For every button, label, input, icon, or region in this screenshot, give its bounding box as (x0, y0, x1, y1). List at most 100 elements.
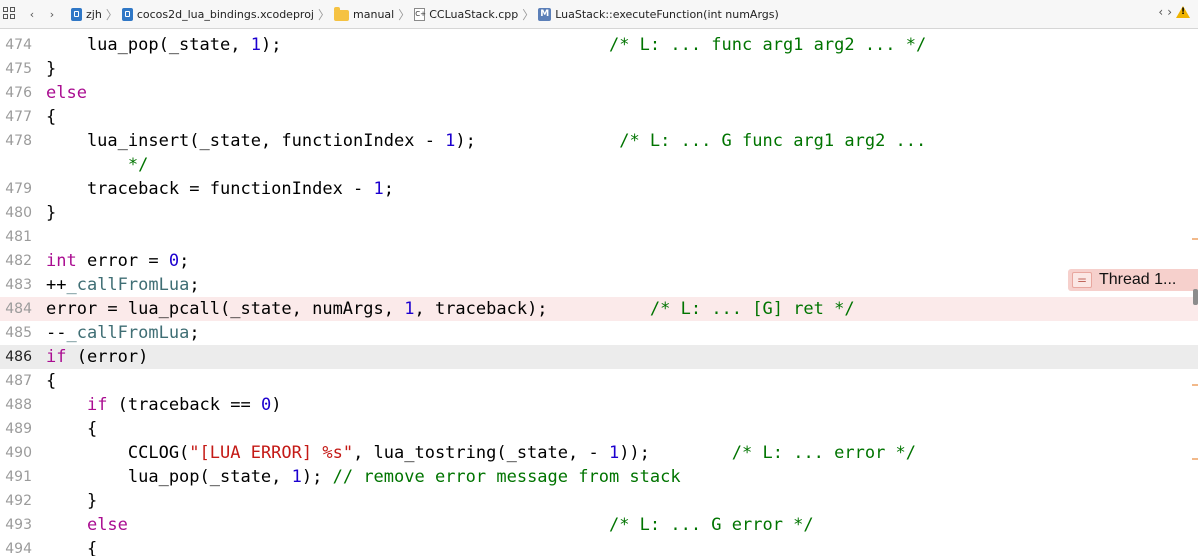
code-line[interactable]: 481 (0, 225, 1198, 249)
breadcrumb-project-label: zjh (86, 7, 102, 21)
cpp-file-icon: C+ (414, 7, 426, 21)
code-line[interactable]: 485 --_callFromLua; (0, 321, 1198, 345)
line-number: 475 (5, 61, 32, 77)
code-token: _callFromLua (66, 275, 190, 295)
code-text: } (46, 201, 56, 225)
code-token: 1 (404, 299, 415, 319)
code-text: else /* L: ... G error */ (46, 513, 814, 537)
code-line[interactable]: 479 traceback = functionIndex - 1; (0, 177, 1198, 201)
scroll-marker (1192, 458, 1198, 460)
line-number: 476 (5, 85, 32, 101)
breadcrumb-group[interactable]: manual (334, 6, 394, 21)
code-token: -- (46, 323, 67, 343)
code-token: , traceback); (414, 299, 548, 319)
code-line[interactable]: 486 if (error) (0, 345, 1198, 369)
code-token: CCLOG( (46, 443, 190, 463)
code-line[interactable]: 478 lua_insert(_state, functionIndex - 1… (0, 129, 1198, 153)
breadcrumb-method-label: LuaStack::executeFunction(int numArgs) (555, 7, 779, 21)
line-number: 481 (5, 229, 32, 245)
thread-error-badge[interactable]: = Thread 1... (1068, 269, 1198, 291)
code-token: } (46, 203, 57, 223)
line-number: 479 (5, 181, 32, 197)
breadcrumb-file[interactable]: C+ CCLuaStack.cpp (414, 7, 519, 21)
grid-icon[interactable] (3, 7, 17, 21)
method-icon: M (538, 7, 552, 21)
breadcrumb-separator: 〉 (522, 7, 535, 22)
code-token: ) (271, 395, 282, 415)
code-token: { (46, 419, 98, 439)
code-token: if (46, 347, 67, 367)
code-line[interactable]: */ (0, 153, 1198, 177)
line-number: 484 (5, 301, 32, 317)
code-text: */ (46, 153, 148, 177)
code-token: /* L: ... G func arg1 arg2 ... (619, 131, 927, 151)
xcodeproj-icon (121, 7, 133, 21)
code-line[interactable]: 494 { (0, 537, 1198, 556)
code-token: { (46, 107, 57, 127)
breadcrumb-xcodeproj-label: cocos2d_lua_bindings.xcodeproj (136, 7, 314, 21)
code-token: int (46, 251, 77, 271)
code-token: else (86, 515, 128, 535)
code-token: if (86, 395, 108, 415)
code-text: } (46, 57, 56, 81)
code-text: } (46, 489, 97, 513)
code-token: (traceback == (107, 395, 261, 415)
code-text: CCLOG("[LUA ERROR] %s", lua_tostring(_st… (46, 441, 916, 465)
breadcrumb-method[interactable]: M LuaStack::executeFunction(int numArgs) (538, 7, 779, 21)
code-text: traceback = functionIndex - 1; (46, 177, 394, 201)
project-icon (71, 7, 82, 21)
code-line[interactable]: 492 } (0, 489, 1198, 513)
code-token: 1 (250, 35, 261, 55)
code-token: { (46, 539, 98, 556)
source-editor[interactable]: 474 lua_pop(_state, 1); /* L: ... func a… (0, 29, 1198, 556)
breadcrumb-project[interactable]: zjh (71, 7, 102, 21)
breadcrumb-separator: 〉 (105, 7, 118, 22)
issue-next-icon[interactable]: › (1167, 5, 1172, 19)
code-token: "[LUA ERROR] %s" (189, 443, 354, 463)
line-number: 491 (5, 469, 32, 485)
code-text: lua_insert(_state, functionIndex - 1); /… (46, 129, 926, 153)
code-token: ); (455, 131, 476, 151)
code-line[interactable]: 487 { (0, 369, 1198, 393)
code-line[interactable]: 489 { (0, 417, 1198, 441)
code-token: error = lua_pcall(_state, numArgs, (46, 299, 405, 319)
breadcrumb-separator: 〉 (318, 7, 331, 22)
code-token: else (46, 83, 87, 103)
breadcrumb-file-label: CCLuaStack.cpp (429, 7, 519, 21)
code-text: else (46, 81, 87, 105)
code-line[interactable]: 475} (0, 57, 1198, 81)
code-line[interactable]: 483 ++_callFromLua; (0, 273, 1198, 297)
code-line[interactable]: 491 lua_pop(_state, 1); // remove error … (0, 465, 1198, 489)
code-token: /* L: ... error */ (731, 443, 917, 463)
code-line[interactable]: 476 else (0, 81, 1198, 105)
code-token: } (46, 491, 98, 511)
code-line[interactable]: 474 lua_pop(_state, 1); /* L: ... func a… (0, 33, 1198, 57)
code-token: 1 (445, 131, 456, 151)
breadcrumb-separator: 〉 (398, 7, 411, 22)
list-icon: = (1072, 272, 1092, 288)
code-line[interactable]: 493 else /* L: ... G error */ (0, 513, 1198, 537)
breadcrumb-xcodeproj[interactable]: cocos2d_lua_bindings.xcodeproj (121, 7, 314, 21)
forward-chevron-icon[interactable]: › (43, 5, 61, 23)
warning-icon[interactable] (1176, 6, 1190, 18)
code-token: ; (179, 251, 190, 271)
line-number: 493 (5, 517, 32, 533)
code-line[interactable]: 490 CCLOG("[LUA ERROR] %s", lua_tostring… (0, 441, 1198, 465)
line-number: 480 (5, 205, 32, 221)
scrollbar-thumb[interactable] (1193, 289, 1198, 305)
code-line[interactable]: 488 if (traceback == 0) (0, 393, 1198, 417)
line-number: 490 (5, 445, 32, 461)
back-chevron-icon[interactable]: ‹ (23, 5, 41, 23)
code-token: 1 (291, 467, 302, 487)
code-line[interactable]: 480} (0, 201, 1198, 225)
code-token: ; (189, 323, 200, 343)
code-line[interactable]: 484 error = lua_pcall(_state, numArgs, 1,… (0, 297, 1198, 321)
code-line[interactable]: 477 { (0, 105, 1198, 129)
code-text: error = lua_pcall(_state, numArgs, 1, tr… (46, 297, 855, 321)
issue-prev-icon[interactable]: ‹ (1158, 5, 1163, 19)
code-line[interactable]: 482 int error = 0; (0, 249, 1198, 273)
